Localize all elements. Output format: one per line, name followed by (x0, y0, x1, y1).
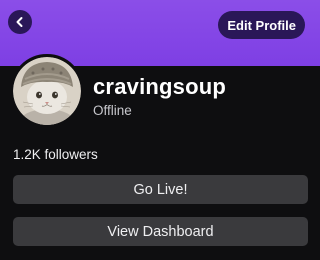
chevron-left-icon (16, 17, 23, 27)
view-dashboard-label: View Dashboard (107, 223, 214, 240)
edit-profile-button[interactable]: Edit Profile (218, 11, 305, 39)
cat-avatar-image (13, 57, 81, 125)
avatar[interactable] (10, 54, 84, 128)
followers-count: 1.2K followers (13, 147, 98, 162)
go-live-label: Go Live! (133, 181, 188, 198)
go-live-button[interactable]: Go Live! (13, 175, 308, 204)
display-name: cravingsoup (93, 74, 227, 99)
profile-screen: Edit Profile cravingsoup Offline 1.2K fo… (0, 0, 320, 260)
back-button[interactable] (8, 10, 32, 34)
edit-profile-label: Edit Profile (227, 17, 296, 33)
status-text: Offline (93, 103, 132, 118)
view-dashboard-button[interactable]: View Dashboard (13, 217, 308, 246)
